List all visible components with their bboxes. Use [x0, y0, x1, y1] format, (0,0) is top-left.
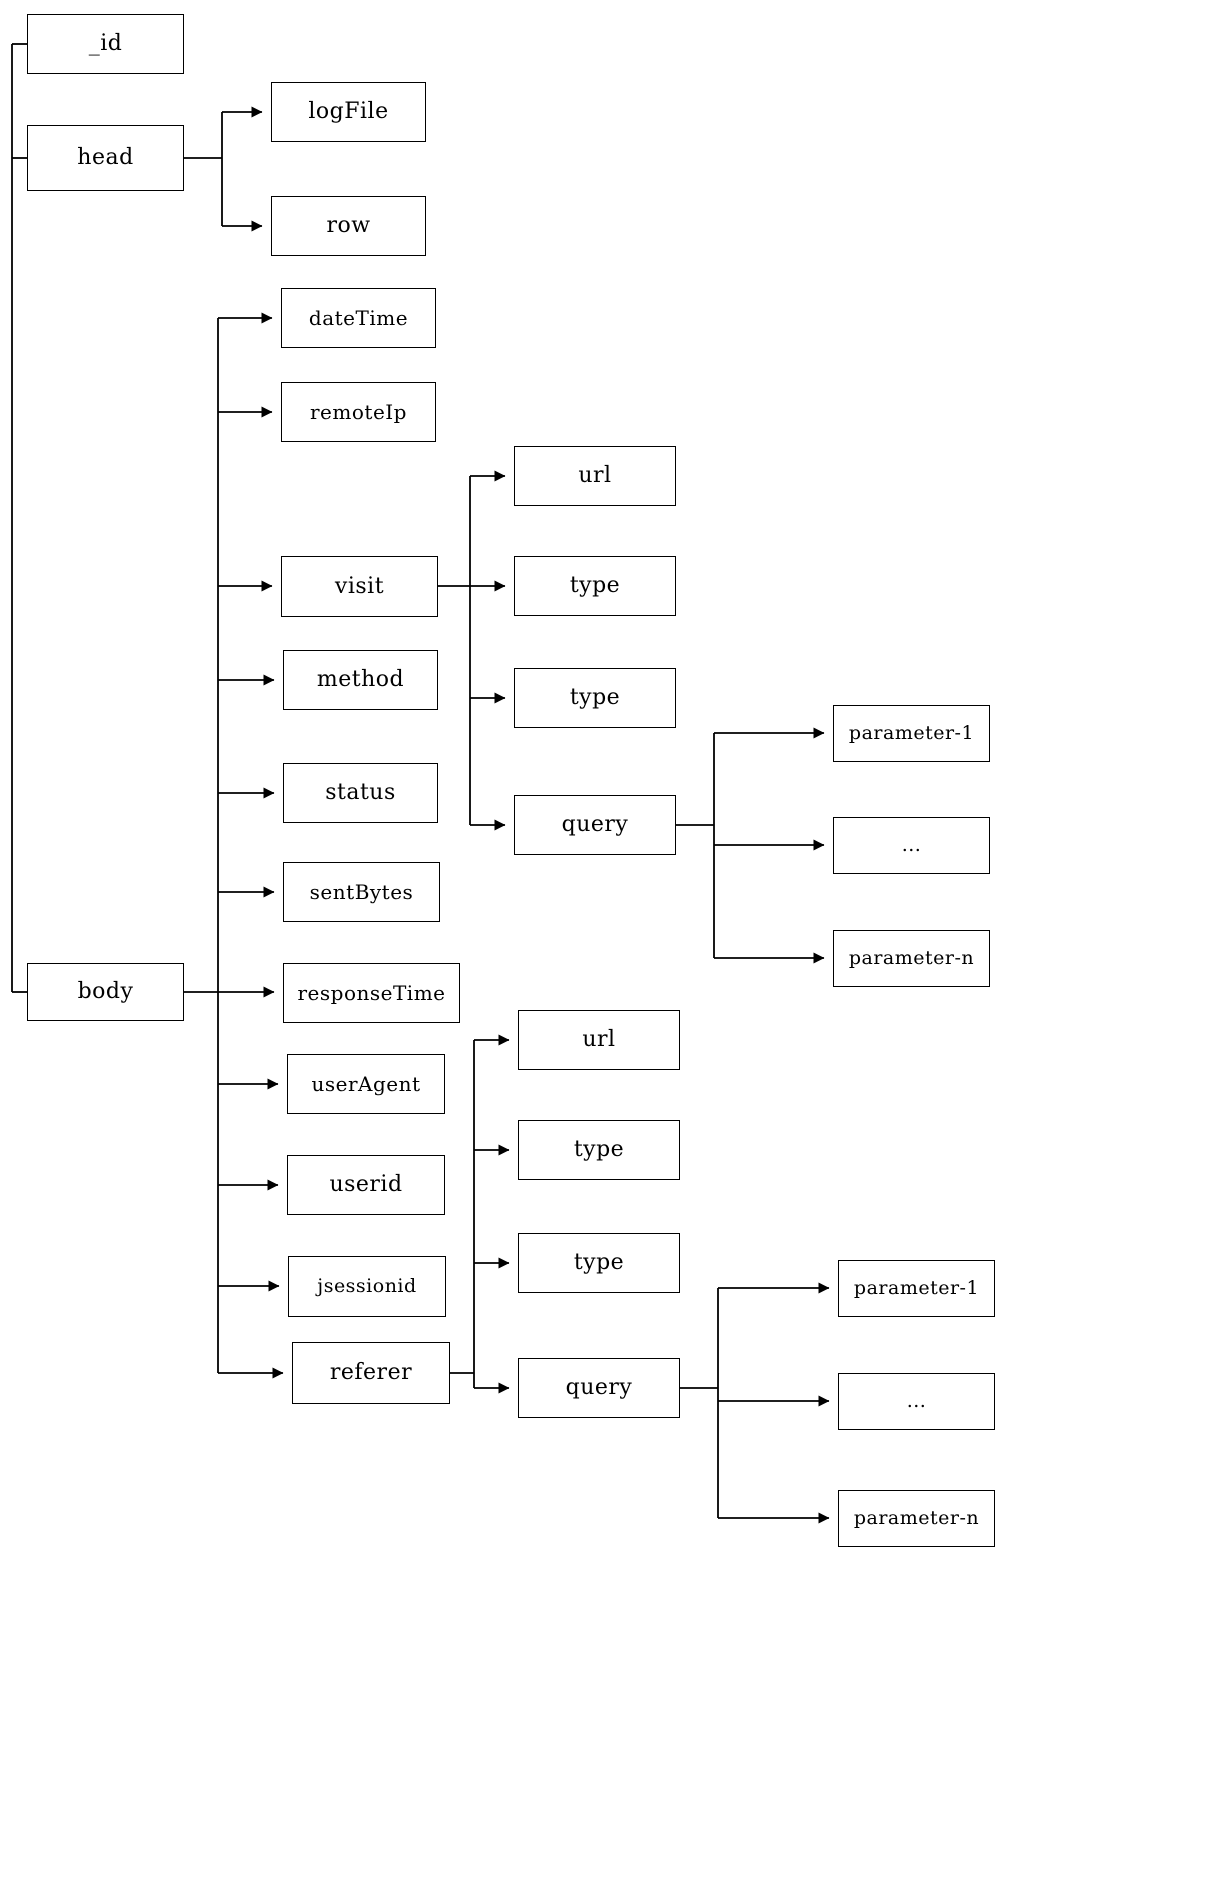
node-label: type	[573, 1250, 625, 1275]
node-label: sentBytes	[309, 880, 414, 904]
node-label: userAgent	[311, 1072, 421, 1096]
node-referer-type-1[interactable]: type	[518, 1120, 680, 1180]
edges-visit-query	[676, 727, 825, 964]
node-visit-type-2[interactable]: type	[514, 668, 676, 728]
node-label: body	[77, 979, 134, 1004]
edges-head	[184, 106, 263, 232]
node-label: ...	[901, 834, 922, 856]
node-label: status	[325, 780, 396, 805]
node-label: method	[316, 667, 405, 692]
node-visit-query[interactable]: query	[514, 795, 676, 855]
edge-layer	[11, 43, 830, 1524]
node-body[interactable]: body	[27, 963, 184, 1021]
node-label: remoteIp	[310, 400, 407, 424]
node-label: type	[569, 573, 621, 598]
node-label: query	[565, 1375, 633, 1400]
node-responsetime[interactable]: responseTime	[283, 963, 460, 1023]
node-label: parameter-1	[853, 1277, 980, 1299]
node-label: row	[326, 213, 371, 238]
node-label: url	[578, 463, 612, 488]
node-useragent[interactable]: userAgent	[287, 1054, 445, 1114]
node-referer-query-parameter-ellipsis[interactable]: ...	[838, 1373, 995, 1430]
node-visit-url[interactable]: url	[514, 446, 676, 506]
node-referer-query[interactable]: query	[518, 1358, 680, 1418]
node-userid[interactable]: userid	[287, 1155, 445, 1215]
node-jsessionid[interactable]: jsessionid	[288, 1256, 446, 1317]
node-label: parameter-n	[853, 1507, 980, 1529]
node-method[interactable]: method	[283, 650, 438, 710]
node-referer[interactable]: referer	[292, 1342, 450, 1404]
node-label: visit	[334, 573, 385, 599]
node-sentbytes[interactable]: sentBytes	[283, 862, 440, 922]
edges-visit	[438, 470, 506, 831]
edges-referer	[450, 1034, 510, 1394]
node-referer-query-parameter-1[interactable]: parameter-1	[838, 1260, 995, 1317]
node-label: ...	[906, 1390, 927, 1412]
node-label: userid	[329, 1172, 403, 1197]
node-visit-type-1[interactable]: type	[514, 556, 676, 616]
node-logfile[interactable]: logFile	[271, 82, 426, 142]
node-visit-query-parameter-n[interactable]: parameter-n	[833, 930, 990, 987]
node-visit-query-parameter-1[interactable]: parameter-1	[833, 705, 990, 762]
node-label: parameter-n	[848, 947, 975, 969]
node-row[interactable]: row	[271, 196, 426, 256]
node-referer-type-2[interactable]: type	[518, 1233, 680, 1293]
node-label: responseTime	[297, 981, 446, 1005]
node-label: type	[569, 685, 621, 710]
node-id[interactable]: _id	[27, 14, 184, 74]
node-referer-url[interactable]: url	[518, 1010, 680, 1070]
node-label: type	[573, 1137, 625, 1162]
node-referer-query-parameter-n[interactable]: parameter-n	[838, 1490, 995, 1547]
node-label: _id	[88, 31, 123, 56]
edges-body	[184, 312, 284, 1379]
node-label: head	[77, 145, 134, 170]
node-visit-query-parameter-ellipsis[interactable]: ...	[833, 817, 990, 874]
node-remoteip[interactable]: remoteIp	[281, 382, 436, 442]
node-datetime[interactable]: dateTime	[281, 288, 436, 348]
node-visit[interactable]: visit	[281, 556, 438, 617]
node-label: parameter-1	[848, 722, 975, 744]
node-label: referer	[329, 1360, 413, 1385]
node-status[interactable]: status	[283, 763, 438, 823]
node-label: url	[582, 1027, 616, 1052]
node-label: logFile	[308, 99, 389, 124]
edges-referer-query	[680, 1282, 830, 1524]
tree-diagram: _id head logFile row body dateTime remot…	[0, 0, 1209, 1885]
edges-root	[11, 43, 27, 993]
node-label: jsessionid	[317, 1275, 417, 1297]
node-label: dateTime	[308, 306, 409, 330]
node-label: query	[561, 812, 629, 837]
node-head[interactable]: head	[27, 125, 184, 191]
